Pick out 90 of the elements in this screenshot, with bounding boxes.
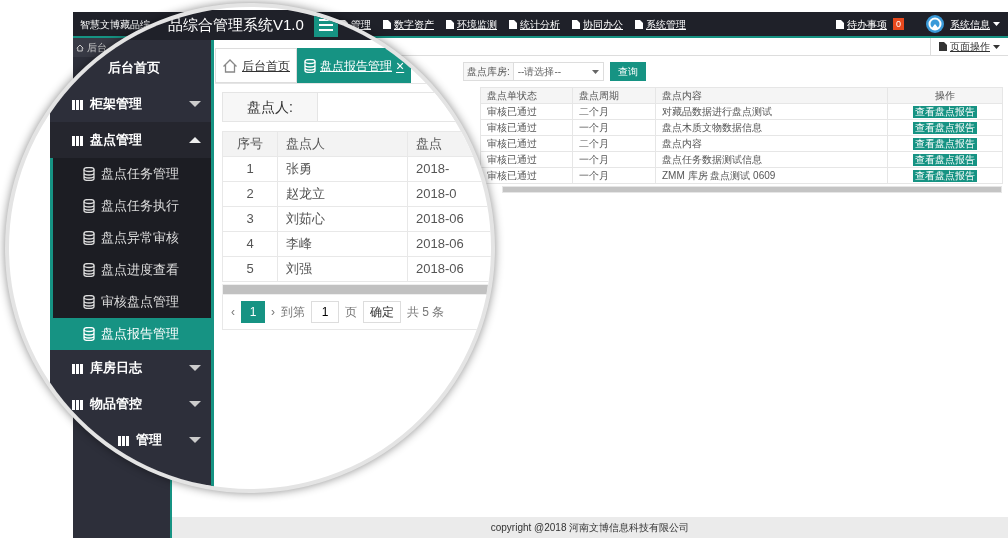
view-report-button[interactable]: 查看盘点报告	[913, 154, 977, 166]
table-cell: 赵龙立	[277, 181, 408, 207]
book-icon	[72, 398, 84, 410]
tab[interactable]: 盘点报告管理 ×	[297, 48, 412, 83]
table-cell: 二个月	[572, 103, 656, 120]
page-button[interactable]: 1	[241, 301, 265, 323]
database-icon	[304, 58, 316, 73]
submenu-item[interactable]: 盘点异常审核	[53, 222, 211, 254]
caret-icon	[993, 44, 1000, 49]
caret-icon	[189, 401, 201, 407]
database-icon	[83, 231, 95, 245]
prev-page-link[interactable]: ‹	[231, 303, 235, 321]
sidebar-item[interactable]: 物品管控	[50, 386, 211, 422]
sidebar-item[interactable]: 库房日志	[50, 350, 211, 386]
database-icon	[83, 199, 95, 213]
table-cell: 一个月	[572, 151, 656, 168]
nav-link[interactable]: 环境监测	[446, 16, 497, 32]
page-unit-label: 页	[345, 304, 357, 321]
sidebar-item[interactable]: 管理	[110, 422, 211, 458]
submenu-item[interactable]: 盘点任务管理	[53, 158, 211, 190]
table-cell: 刘强	[277, 256, 408, 282]
table-cell: 3	[222, 206, 278, 232]
count-badge: 0	[893, 18, 904, 30]
select-field[interactable]: --请选择--	[513, 62, 604, 81]
caret-icon	[993, 22, 1000, 26]
database-icon	[83, 263, 95, 277]
nav-link[interactable]: 系统管理	[635, 16, 686, 32]
sidebar-item[interactable]: 柜架管理	[50, 86, 211, 122]
search-button[interactable]: 查询	[609, 62, 646, 81]
todo-link[interactable]: 待办事项	[836, 16, 887, 32]
total-count: 共 5 条	[407, 304, 445, 321]
caret-icon	[189, 437, 201, 443]
view-report-button[interactable]: 查看盘点报告	[913, 122, 977, 134]
user-menu[interactable]: 系统信息	[950, 16, 1000, 32]
view-report-button[interactable]: 查看盘点报告	[913, 138, 977, 150]
column-header: 盘点人	[277, 131, 408, 157]
scrollbar[interactable]	[502, 186, 1002, 193]
table-cell: 一个月	[572, 119, 656, 136]
confirm-button[interactable]: 确定	[363, 301, 401, 323]
view-report-button[interactable]: 查看盘点报告	[913, 106, 977, 118]
submenu-item[interactable]: 审核盘点管理	[53, 286, 211, 318]
table-cell: 盘点任务数据测试信息	[655, 151, 888, 168]
page-input[interactable]: 1	[311, 301, 339, 323]
goto-label: 到第	[281, 304, 305, 321]
database-icon	[83, 167, 95, 181]
submenu-item[interactable]: 盘点进度查看	[53, 254, 211, 286]
table-cell: 对藏品数据进行盘点测试	[655, 103, 888, 120]
database-icon	[83, 295, 95, 309]
column-header: 操作	[887, 87, 1003, 104]
table-cell: 一个月	[572, 167, 656, 184]
avatar-icon	[926, 15, 944, 33]
tab[interactable]: 后台首页	[215, 48, 297, 83]
nav-link[interactable]: 统计分析	[509, 16, 560, 32]
book-icon	[118, 434, 130, 446]
menu-icon	[318, 19, 333, 31]
nav-link[interactable]: 协同办公	[572, 16, 623, 32]
view-report-button[interactable]: 查看盘点报告	[913, 170, 977, 182]
column-header: 盘点周期	[572, 87, 656, 104]
database-icon	[83, 327, 95, 341]
nav-link[interactable]: 数字资产	[383, 16, 434, 32]
table-cell: 二个月	[572, 135, 656, 152]
home-icon	[222, 57, 238, 74]
column-header: 盘点内容	[655, 87, 888, 104]
next-page-link[interactable]: ›	[271, 303, 275, 321]
table-cell: 刘茹心	[277, 206, 408, 232]
table-cell: 5	[222, 256, 278, 282]
submenu-item[interactable]: 盘点报告管理	[53, 318, 211, 350]
table-cell: 4	[222, 231, 278, 257]
book-icon	[72, 362, 84, 374]
submenu-item[interactable]: 盘点任务执行	[53, 190, 211, 222]
caret-icon	[189, 101, 201, 107]
caret-icon	[189, 137, 201, 143]
table-cell: 2	[222, 181, 278, 207]
field-label: 盘点库房:	[463, 62, 514, 81]
caret-icon	[591, 69, 599, 74]
table-cell: 张勇	[277, 156, 408, 182]
close-icon[interactable]: ×	[396, 58, 405, 73]
footer-text: copyright @2018 河南文博信息科技有限公司	[172, 517, 1008, 538]
book-icon	[72, 134, 84, 146]
column-header: 盘点单状态	[480, 87, 573, 104]
sidebar-item[interactable]: 盘点管理	[50, 122, 211, 158]
table-cell: ZMM 库房 盘点测试 0609	[655, 167, 888, 184]
table-cell: 盘点内容	[655, 135, 888, 152]
caret-icon	[189, 365, 201, 371]
column-header: 序号	[222, 131, 278, 157]
table-cell: 盘点木质文物数据信息	[655, 119, 888, 136]
book-icon	[72, 98, 84, 110]
table-cell: 李峰	[277, 231, 408, 257]
home-icon	[76, 43, 84, 52]
table-cell: 1	[222, 156, 278, 182]
